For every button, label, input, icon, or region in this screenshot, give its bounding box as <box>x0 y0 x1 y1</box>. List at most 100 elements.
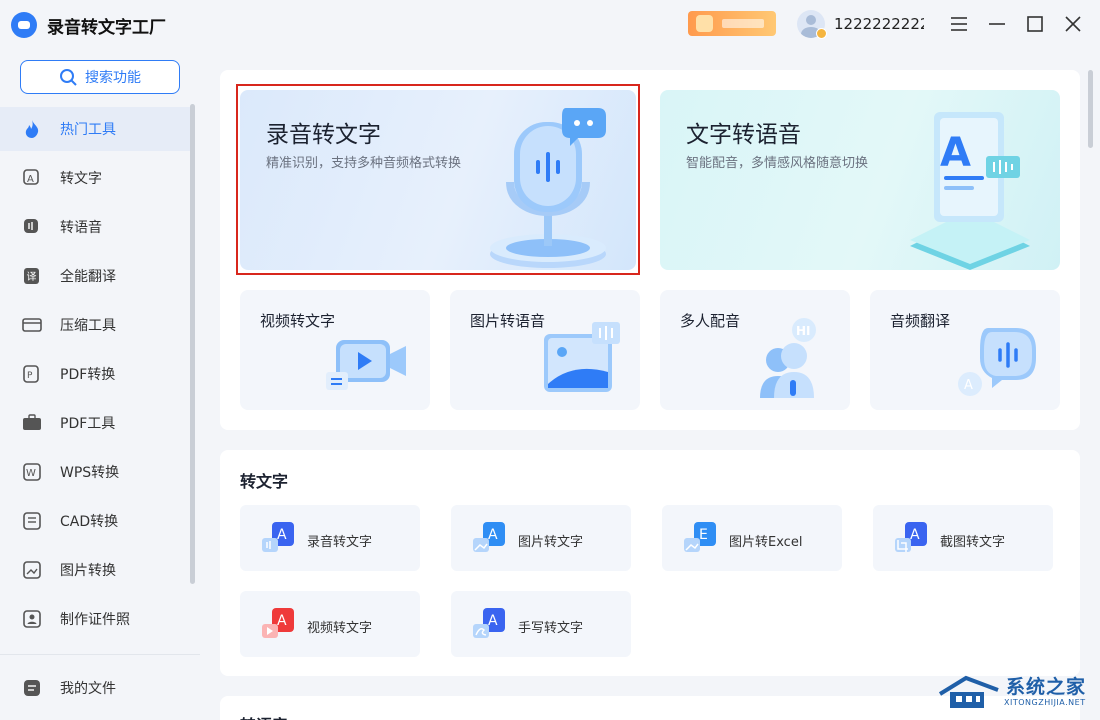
svg-text:A: A <box>910 527 920 543</box>
flame-icon <box>22 119 42 139</box>
maximize-icon[interactable] <box>1023 12 1047 36</box>
sidebar-item-to-voice[interactable]: 转语音 <box>0 205 192 249</box>
sidebar-item-my-files[interactable]: 我的文件 <box>0 666 192 710</box>
menu-icon[interactable] <box>947 12 971 36</box>
sidebar-item-pdf-tools[interactable]: PDF工具 <box>0 401 192 445</box>
sidebar-item-id-photo[interactable]: 制作证件照 <box>0 597 192 641</box>
id-photo-icon <box>22 609 42 629</box>
svg-text:P: P <box>27 371 33 381</box>
sidebar: 搜索功能 热门工具 A 转文字 转语音 译 全能翻译 压缩工具 P PDF转换 <box>0 48 200 720</box>
svg-text:A: A <box>940 130 971 176</box>
watermark: 系统之家 XITONGZHIJIA.NET <box>936 668 1096 716</box>
microphone-icon <box>490 108 606 268</box>
wps-icon: W <box>22 462 42 482</box>
tool-label: 视频转文字 <box>307 621 373 636</box>
video-doc-icon: A <box>262 608 294 638</box>
feature-multi-voice[interactable]: 多人配音 HI <box>660 290 850 410</box>
feature-text-to-voice[interactable]: 文字转语音 智能配音，多情感风格随意切换 A <box>660 90 1060 270</box>
svg-text:A: A <box>277 527 287 543</box>
feature-audio-to-text[interactable]: 录音转文字 精准识别，支持多种音频格式转换 <box>240 90 636 270</box>
svg-text:A: A <box>964 378 973 393</box>
sidebar-scrollbar[interactable] <box>190 104 195 584</box>
image-sound-icon <box>544 322 620 392</box>
sidebar-item-label: 制作证件照 <box>60 612 130 628</box>
svg-text:HI: HI <box>796 324 811 338</box>
feature-title: 文字转语音 <box>686 122 801 148</box>
sidebar-divider <box>0 654 200 655</box>
document-a-icon: A <box>910 112 1030 270</box>
sidebar-item-label: 转文字 <box>60 171 102 187</box>
feature-audio-translate[interactable]: 音频翻译 A <box>870 290 1060 410</box>
search-button[interactable]: 搜索功能 <box>20 60 180 94</box>
tool-label: 手写转文字 <box>518 621 584 636</box>
app-logo-icon <box>11 12 37 38</box>
sidebar-item-translate[interactable]: 译 全能翻译 <box>0 254 192 298</box>
compress-icon <box>22 315 42 335</box>
vip-text-blurred <box>722 19 764 28</box>
section-title: 转语音 <box>240 712 288 720</box>
sidebar-item-compress[interactable]: 压缩工具 <box>0 303 192 347</box>
close-icon[interactable] <box>1061 12 1085 36</box>
sidebar-item-wps[interactable]: W WPS转换 <box>0 450 192 494</box>
tool-handwriting-to-text[interactable]: A 手写转文字 <box>451 591 631 657</box>
sidebar-item-label: 全能翻译 <box>60 269 116 285</box>
tool-label: 截图转文字 <box>940 535 1006 550</box>
sidebar-item-image-convert[interactable]: 图片转换 <box>0 548 192 592</box>
pdf-tools-icon <box>22 413 42 433</box>
audio-doc-icon: A <box>262 522 294 552</box>
sidebar-item-label: PDF转换 <box>60 367 116 383</box>
sidebar-item-label: PDF工具 <box>60 416 116 432</box>
translate-icon: 译 <box>22 266 42 286</box>
feature-image-to-voice[interactable]: 图片转语音 <box>450 290 640 410</box>
section-title: 转文字 <box>240 472 289 491</box>
tool-screenshot-to-text[interactable]: A 截图转文字 <box>873 505 1053 571</box>
sidebar-item-label: 压缩工具 <box>60 318 116 334</box>
handwriting-doc-icon: A <box>473 608 505 638</box>
voice-convert-icon <box>22 217 42 237</box>
vip-icon <box>696 15 713 32</box>
app-title: 录音转文字工厂 <box>47 18 166 38</box>
minimize-icon[interactable] <box>985 12 1009 36</box>
main-scrollbar[interactable] <box>1088 70 1093 148</box>
sidebar-item-cad[interactable]: CAD转换 <box>0 499 192 543</box>
tool-image-to-excel[interactable]: E 图片转Excel <box>662 505 842 571</box>
watermark-logo-icon <box>938 675 999 708</box>
tool-label: 图片转Excel <box>729 535 803 550</box>
sidebar-item-label: 图片转换 <box>60 563 116 579</box>
my-files-icon <box>22 678 42 698</box>
vip-badge[interactable] <box>688 11 776 36</box>
text-convert-icon: A <box>22 168 42 188</box>
svg-text:A: A <box>488 527 498 543</box>
excel-doc-icon: E <box>684 522 716 552</box>
tool-audio-to-text[interactable]: A 录音转文字 <box>240 505 420 571</box>
watermark-url: XITONGZHIJIA.NET <box>1004 698 1086 707</box>
svg-text:A: A <box>27 174 34 185</box>
feature-video-to-text[interactable]: 视频转文字 <box>240 290 430 410</box>
pdf-convert-icon: P <box>22 364 42 384</box>
tool-video-to-text[interactable]: A 视频转文字 <box>240 591 420 657</box>
sidebar-item-pdf-convert[interactable]: P PDF转换 <box>0 352 192 396</box>
image-doc-icon: A <box>473 522 505 552</box>
feature-title: 多人配音 <box>680 312 741 330</box>
title-bar: 录音转文字工厂 1222222222... <box>0 0 1100 48</box>
sidebar-item-label: 转语音 <box>60 220 102 236</box>
sidebar-item-label: 我的文件 <box>60 681 116 697</box>
watermark-text: 系统之家 <box>1006 676 1087 698</box>
screenshot-doc-icon: A <box>895 522 927 552</box>
cad-icon <box>22 511 42 531</box>
sidebar-item-to-text[interactable]: A 转文字 <box>0 156 192 200</box>
sidebar-item-label: WPS转换 <box>60 465 120 481</box>
user-name[interactable]: 1222222222... <box>834 15 924 33</box>
multi-voice-icon: HI <box>760 318 816 398</box>
tool-label: 图片转文字 <box>518 535 584 550</box>
feature-subtitle: 智能配音，多情感风格随意切换 <box>686 156 869 171</box>
image-convert-icon <box>22 560 42 580</box>
svg-text:W: W <box>26 468 36 479</box>
sidebar-item-hot-tools[interactable]: 热门工具 <box>0 107 192 151</box>
feature-title: 音频翻译 <box>890 312 951 330</box>
feature-subtitle: 精准识别，支持多种音频格式转换 <box>266 156 462 171</box>
tool-label: 录音转文字 <box>307 535 373 550</box>
tool-image-to-text[interactable]: A 图片转文字 <box>451 505 631 571</box>
avatar-vip-badge-icon <box>816 28 827 39</box>
svg-text:A: A <box>277 613 287 629</box>
